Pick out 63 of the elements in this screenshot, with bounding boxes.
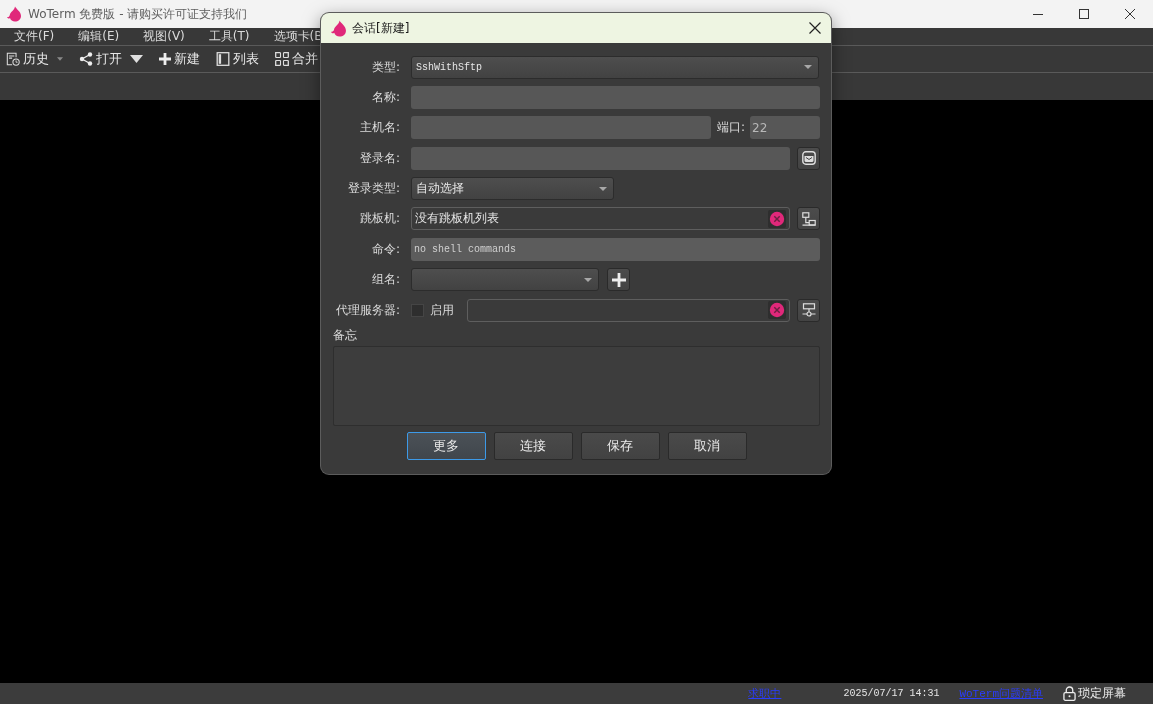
save-button[interactable]: 保存 — [580, 432, 660, 461]
field-label: 代理服务器: — [334, 301, 400, 319]
drop-logo-icon — [330, 19, 347, 37]
field-label: 名称: — [370, 88, 400, 106]
proxy-field[interactable] — [467, 298, 790, 322]
menu-item[interactable]: 编辑(E) — [66, 28, 132, 45]
dialog-title: 会话[新建] — [352, 19, 410, 37]
drop-logo-icon — [6, 6, 22, 22]
field-label: 组名: — [370, 271, 400, 289]
connect-button[interactable]: 连接 — [493, 432, 573, 461]
port-field[interactable]: 22 — [750, 116, 820, 140]
field-label: 登录类型: — [346, 180, 400, 198]
caret-icon — [599, 186, 607, 191]
toolbar-button[interactable]: 新建 — [157, 48, 202, 70]
name-field[interactable] — [411, 85, 820, 109]
jump-host-button[interactable] — [797, 207, 820, 231]
sidebar-panel-icon — [216, 52, 230, 66]
caret-icon — [804, 65, 812, 69]
more-button[interactable]: 更多 — [406, 432, 486, 461]
lock-icon — [1063, 686, 1076, 701]
cancel-button[interactable]: 取消 — [667, 432, 747, 461]
command-field[interactable]: no shell commands — [411, 237, 820, 261]
jump-host-field[interactable]: 没有跳板机列表 — [411, 207, 790, 231]
toolbar-button[interactable]: 列表 — [214, 48, 261, 70]
proxy-server-button[interactable] — [797, 298, 820, 322]
toolbar-button[interactable]: 合并 — [273, 48, 320, 70]
toolbar-button[interactable]: 历史 — [4, 48, 65, 70]
toolbar-button[interactable]: 打开 — [77, 48, 145, 70]
tray-icon — [801, 151, 816, 166]
server-icon — [801, 303, 816, 318]
menu-item[interactable]: 工具(T) — [196, 28, 262, 45]
menu-item[interactable]: 文件(F) — [2, 28, 67, 45]
field-label: 登录名: — [358, 149, 400, 167]
login-field[interactable] — [411, 146, 790, 170]
close-icon — [1125, 9, 1135, 19]
close-icon — [809, 22, 821, 34]
menu-item[interactable]: 视图(V) — [131, 28, 197, 45]
host-field[interactable] — [411, 116, 711, 140]
share-icon — [79, 52, 93, 66]
clear-icon[interactable] — [768, 209, 786, 228]
grid-icon — [275, 52, 289, 66]
login-picker-button[interactable] — [797, 146, 820, 170]
field-label: 类型: — [370, 58, 400, 76]
login-type-dropdown[interactable]: 自动选择 — [411, 177, 614, 201]
checkbox-label[interactable]: 启用 — [430, 301, 454, 319]
group-dropdown[interactable] — [411, 268, 599, 292]
window-title: WoTerm 免费版 - 请购买许可证支持我们 — [28, 5, 248, 23]
maximize-icon — [1079, 9, 1089, 19]
field-label: 主机名: — [358, 119, 400, 137]
field-label: 端口: — [717, 119, 746, 137]
caret-icon — [584, 277, 592, 282]
plus-icon — [611, 272, 626, 287]
memo-label: 备忘 — [333, 328, 357, 343]
plus-icon — [159, 53, 171, 65]
history-icon — [6, 52, 20, 66]
add-group-button[interactable] — [607, 268, 630, 292]
type-dropdown[interactable]: SshWithSftp — [411, 55, 819, 79]
date-time-text: 2025/07/17 14:31 — [843, 688, 940, 699]
clear-icon[interactable] — [768, 301, 786, 320]
field-label: 跳板机: — [358, 210, 400, 228]
field-label: 命令: — [370, 240, 400, 258]
network-icon — [801, 211, 816, 226]
lock-screen-button[interactable]: 琐定屏幕 — [1063, 685, 1126, 702]
